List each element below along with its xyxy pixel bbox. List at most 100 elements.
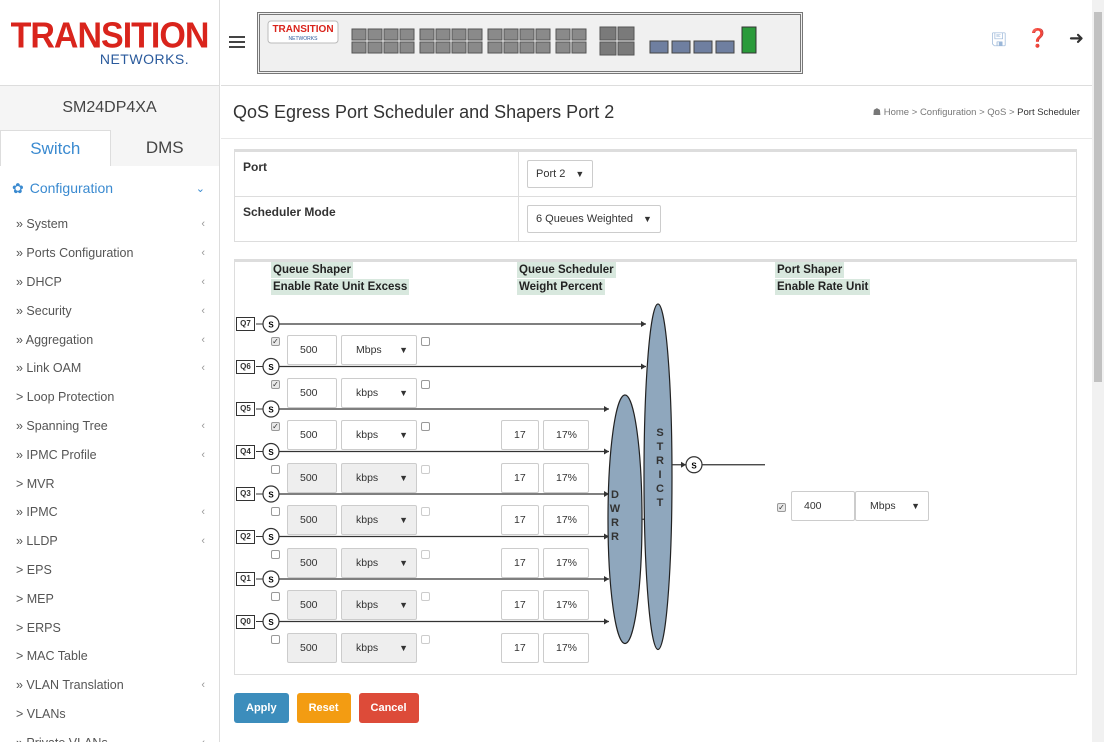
tab-dms[interactable]: DMS xyxy=(111,130,220,166)
port-shaper-rate-input[interactable]: 400 xyxy=(791,491,855,521)
breadcrumb-qos[interactable]: QoS xyxy=(987,107,1006,118)
menu-toggle-icon[interactable] xyxy=(229,36,245,51)
queue-rate-input[interactable]: 500 xyxy=(287,420,337,450)
switch-port[interactable] xyxy=(367,28,383,41)
combo-port[interactable] xyxy=(599,26,617,41)
queue-excess-checkbox[interactable] xyxy=(421,379,430,389)
queue-weight-input[interactable]: 17 xyxy=(501,632,539,663)
switch-port[interactable] xyxy=(435,41,451,54)
queue-rate-input[interactable]: 500 xyxy=(287,590,337,620)
tab-switch[interactable]: Switch xyxy=(0,130,111,166)
switch-port[interactable] xyxy=(487,41,503,54)
breadcrumb-home[interactable]: Home xyxy=(884,107,909,118)
queue-excess-checkbox[interactable] xyxy=(421,464,430,474)
queue-enable-checkbox[interactable] xyxy=(271,507,280,516)
breadcrumb-configuration[interactable]: Configuration xyxy=(920,107,977,118)
switch-port[interactable] xyxy=(435,28,451,41)
switch-port[interactable] xyxy=(467,41,483,54)
sidebar-nav-item[interactable]: » Private VLANs ‹ xyxy=(0,728,219,742)
switch-port[interactable] xyxy=(399,28,415,41)
brand-logo[interactable]: TRANSITION NETWORKS. xyxy=(0,0,219,86)
scrollbar-thumb[interactable] xyxy=(1094,12,1102,382)
queue-excess-checkbox[interactable] xyxy=(421,549,430,559)
queue-enable-checkbox[interactable] xyxy=(271,592,280,601)
switch-port[interactable] xyxy=(367,41,383,54)
queue-rate-input[interactable]: 500 xyxy=(287,335,337,365)
queue-unit-select[interactable]: kbps ▼ xyxy=(341,462,417,493)
queue-enable-checkbox[interactable]: ✓ xyxy=(271,337,280,346)
sfp-port[interactable] xyxy=(671,40,691,54)
port-shaper-unit-select[interactable]: Mbps ▼ xyxy=(855,491,929,521)
sidebar-nav-item[interactable]: » DHCP ‹ xyxy=(0,268,219,297)
queue-unit-select[interactable]: Mbps ▼ xyxy=(341,335,417,365)
sfp-port[interactable] xyxy=(715,40,735,54)
sfp-port[interactable] xyxy=(693,40,713,54)
switch-port[interactable] xyxy=(383,28,399,41)
sidebar-nav-item[interactable]: » IPMC Profile ‹ xyxy=(0,440,219,469)
queue-enable-checkbox[interactable] xyxy=(271,634,280,644)
switch-port[interactable] xyxy=(419,41,435,54)
queue-excess-checkbox[interactable] xyxy=(421,634,430,644)
sidebar-nav-item[interactable]: » Ports Configuration ‹ xyxy=(0,239,219,268)
sidebar-nav-item[interactable]: » LLDP ‹ xyxy=(0,527,219,556)
queue-excess-checkbox[interactable] xyxy=(421,507,430,516)
queue-unit-select[interactable]: kbps ▼ xyxy=(341,547,417,578)
queue-unit-select[interactable]: kbps ▼ xyxy=(341,420,417,450)
queue-unit-select[interactable]: kbps ▼ xyxy=(341,377,417,408)
switch-port[interactable] xyxy=(571,28,587,41)
port-shaper-enable-checkbox[interactable]: ✓ xyxy=(777,503,786,512)
queue-rate-input[interactable]: 500 xyxy=(287,462,337,493)
switch-port[interactable] xyxy=(571,41,587,54)
switch-port[interactable] xyxy=(383,41,399,54)
queue-enable-checkbox[interactable]: ✓ xyxy=(271,422,280,431)
sidebar-nav-item[interactable]: > EPS xyxy=(0,556,219,585)
queue-excess-checkbox[interactable] xyxy=(421,422,430,431)
queue-weight-input[interactable]: 17 xyxy=(501,462,539,493)
sidebar-nav-item[interactable]: » Security ‹ xyxy=(0,296,219,325)
apply-button[interactable]: Apply xyxy=(234,693,289,723)
sidebar-nav-item[interactable]: > MEP xyxy=(0,584,219,613)
queue-enable-checkbox[interactable] xyxy=(271,549,280,559)
sidebar-nav-item[interactable]: > MAC Table xyxy=(0,642,219,671)
page-scrollbar[interactable] xyxy=(1092,0,1104,742)
switch-port[interactable] xyxy=(467,28,483,41)
switch-port[interactable] xyxy=(519,28,535,41)
sidebar-nav-item[interactable]: » System ‹ xyxy=(0,210,219,239)
sfp-port[interactable] xyxy=(649,40,669,54)
queue-enable-checkbox[interactable] xyxy=(271,464,280,474)
queue-excess-checkbox[interactable] xyxy=(421,592,430,601)
help-icon[interactable]: ❓ xyxy=(1026,28,1048,58)
sidebar-nav-item[interactable]: > VLANs xyxy=(0,700,219,729)
console-port[interactable] xyxy=(741,26,757,54)
sidebar-nav-item[interactable]: > ERPS xyxy=(0,613,219,642)
switch-port[interactable] xyxy=(535,41,551,54)
queue-unit-select[interactable]: kbps ▼ xyxy=(341,590,417,620)
queue-weight-input[interactable]: 17 xyxy=(501,590,539,620)
switch-port[interactable] xyxy=(503,41,519,54)
sidebar-nav-item[interactable]: » Spanning Tree ‹ xyxy=(0,412,219,441)
queue-rate-input[interactable]: 500 xyxy=(287,505,337,535)
cancel-button[interactable]: Cancel xyxy=(358,693,419,723)
queue-enable-checkbox[interactable]: ✓ xyxy=(271,379,280,389)
queue-unit-select[interactable]: kbps ▼ xyxy=(341,632,417,663)
reset-button[interactable]: Reset xyxy=(296,693,351,723)
switch-port[interactable] xyxy=(555,28,571,41)
port-select[interactable]: Port 2 ▼ xyxy=(527,160,594,188)
sidebar-nav-item[interactable]: > MVR xyxy=(0,469,219,498)
scheduler-mode-select[interactable]: 6 Queues Weighted ▼ xyxy=(527,205,661,233)
sidebar-nav-item[interactable]: » Aggregation ‹ xyxy=(0,325,219,354)
switch-port[interactable] xyxy=(503,28,519,41)
switch-port[interactable] xyxy=(555,41,571,54)
switch-port[interactable] xyxy=(419,28,435,41)
queue-rate-input[interactable]: 500 xyxy=(287,547,337,578)
queue-weight-input[interactable]: 17 xyxy=(501,420,539,450)
switch-port[interactable] xyxy=(519,41,535,54)
switch-port[interactable] xyxy=(451,28,467,41)
queue-weight-input[interactable]: 17 xyxy=(501,505,539,535)
combo-port[interactable] xyxy=(617,26,635,41)
switch-port[interactable] xyxy=(487,28,503,41)
sidebar-nav-item[interactable]: » Link OAM ‹ xyxy=(0,354,219,383)
combo-port[interactable] xyxy=(617,41,635,56)
queue-unit-select[interactable]: kbps ▼ xyxy=(341,505,417,535)
switch-port[interactable] xyxy=(351,41,367,54)
